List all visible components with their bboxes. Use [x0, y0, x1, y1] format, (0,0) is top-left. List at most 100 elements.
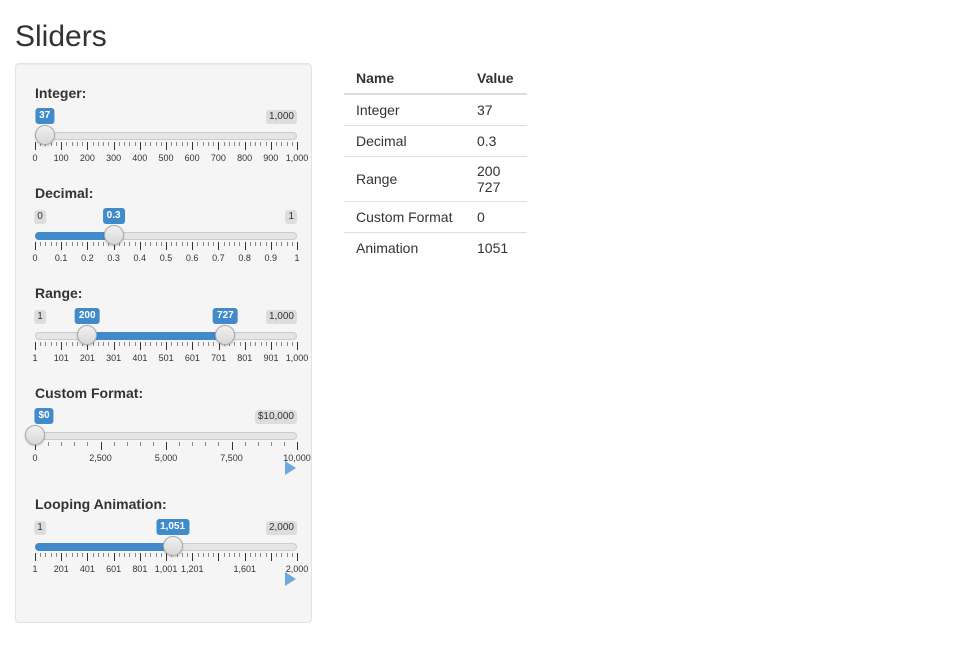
- slider-tick-minor: [71, 553, 73, 557]
- table-cell-value: 37: [477, 102, 493, 118]
- slider-tick-minor: [66, 553, 68, 557]
- slider-tick-minor: [234, 242, 236, 246]
- play-icon[interactable]: [285, 572, 296, 586]
- slider-label: Integer:: [35, 85, 87, 101]
- slider-tick-minor: [145, 553, 147, 557]
- table-header-row: Name Value: [344, 63, 527, 95]
- slider-tick-minor: [281, 242, 283, 246]
- slider-tick-label: 301: [106, 353, 122, 363]
- slider-tick-minor: [134, 342, 136, 346]
- slider-tick-minor: [126, 442, 128, 446]
- slider-tick-major: [100, 442, 102, 450]
- page-title: Sliders: [15, 20, 107, 53]
- slider-max-label: 2,000: [265, 521, 297, 535]
- slider-tick-minor: [150, 242, 152, 246]
- slider-tick-label: 100: [53, 153, 69, 163]
- slider-tick-minor: [45, 342, 47, 346]
- slider-tick-minor: [192, 442, 194, 446]
- slider-track[interactable]: [35, 132, 297, 140]
- slider-tick-minor: [40, 242, 42, 246]
- slider-tick-minor: [134, 142, 136, 146]
- slider-handle[interactable]: [77, 325, 98, 345]
- slider-tick-minor: [255, 342, 257, 346]
- slider-range[interactable]: Range: 1 1,000 1 101 201 301 401 501 601 701 801 901…: [32, 264, 308, 363]
- slider-tick-major: [231, 442, 233, 450]
- slider-handle[interactable]: [25, 425, 45, 445]
- slider-decimal[interactable]: Decimal: 0 1 0 0.1 0.2 0.3 0.4 0.5 0.6 0.7 0.8 0.9 1 0…: [32, 164, 299, 263]
- slider-tick-minor: [155, 342, 157, 346]
- slider-tick-minor: [239, 242, 241, 246]
- slider-max-label: 1,000: [265, 110, 297, 124]
- slider-tick-minor: [118, 342, 120, 346]
- slider-tick-label: 200: [79, 153, 95, 163]
- slider-tick-minor: [208, 342, 210, 346]
- slider-tick-minor: [92, 242, 94, 246]
- table-cell-name: Animation: [344, 232, 465, 263]
- slider-tick-minor: [103, 242, 105, 246]
- slider-handle[interactable]: [34, 125, 55, 145]
- slider-tick-minor: [48, 442, 50, 446]
- slider-tick-label: 0.6: [185, 253, 199, 263]
- slider-tick-minor: [281, 142, 283, 146]
- slider-tick-minor: [213, 242, 215, 246]
- slider-handle[interactable]: [215, 325, 236, 345]
- table-row: Decimal 0.3: [344, 125, 527, 157]
- slider-tick-minor: [66, 142, 68, 146]
- slider-tick-minor: [82, 553, 84, 557]
- slider-tick-minor: [255, 142, 257, 146]
- slider-tick-minor: [40, 553, 42, 557]
- slider-tick-label: 2,500: [89, 453, 112, 463]
- slider-tick-minor: [286, 342, 288, 346]
- slider-tick-label: 401: [79, 564, 95, 574]
- slider-tick-major: [297, 142, 298, 150]
- slider-tick-major: [270, 142, 272, 150]
- slider-handle[interactable]: [162, 536, 183, 556]
- slider-tick-minor: [160, 142, 162, 146]
- slider-custom-format[interactable]: Custom Format: $10,000 0 2,500 5,000 7,500 10,…: [25, 364, 311, 475]
- slider-tick-minor: [265, 342, 267, 346]
- slider-value-badge: $0: [34, 408, 54, 424]
- slider-tick-minor: [181, 142, 183, 146]
- slider-tick-label: 0.3: [107, 253, 120, 263]
- slider-tick-label: 300: [106, 153, 122, 163]
- slider-tick-label: 1: [32, 353, 38, 363]
- table-row: Animation 1051: [344, 232, 527, 263]
- slider-tick-major: [113, 553, 115, 561]
- slider-tick-label: 0.9: [264, 253, 278, 263]
- slider-tick-minor: [257, 442, 259, 446]
- slider-tick-major: [35, 342, 36, 350]
- slider-tick-label: 401: [132, 353, 148, 363]
- slider-tick-minor: [108, 342, 110, 346]
- slider-tick-minor: [50, 342, 52, 346]
- slider-tick-label: 701: [211, 353, 227, 363]
- slider-tick-minor: [150, 142, 152, 146]
- slider-tick-minor: [228, 142, 230, 146]
- slider-animation[interactable]: Looping Animation: 1 2,000 1 201 401 601 801 1,0…: [32, 475, 308, 586]
- slider-tick-minor: [134, 242, 136, 246]
- slider-tick-minor: [66, 242, 68, 246]
- slider-track[interactable]: [35, 432, 297, 440]
- slider-tick-minor: [145, 342, 147, 346]
- slider-tick-minor: [187, 553, 189, 557]
- slider-tick-label: 801: [237, 353, 253, 363]
- slider-tick-minor: [124, 142, 126, 146]
- slider-tick-minor: [270, 442, 272, 446]
- slider-integer[interactable]: Integer: 1,000 0 100 200 300 400 500 600 700 800 90…: [32, 64, 308, 163]
- slider-tick-minor: [218, 442, 220, 446]
- slider-tick-minor: [160, 553, 162, 557]
- slider-handle[interactable]: [103, 225, 124, 245]
- slider-tick-label: 1,001: [154, 564, 178, 574]
- slider-fill: [35, 543, 173, 551]
- slider-tick-minor: [150, 553, 152, 557]
- slider-max-label: 1: [285, 210, 297, 224]
- slider-tick-minor: [82, 142, 84, 146]
- slider-tick-minor: [171, 342, 173, 346]
- slider-tick-label: 400: [132, 153, 148, 163]
- slider-tick-label: 800: [237, 153, 253, 163]
- play-icon[interactable]: [285, 461, 296, 475]
- slider-tick-major: [192, 242, 194, 250]
- slider-tick-minor: [255, 242, 257, 246]
- slider-tick-minor: [276, 553, 278, 557]
- slider-tick-minor: [45, 553, 47, 557]
- slider-tick-major: [270, 553, 272, 561]
